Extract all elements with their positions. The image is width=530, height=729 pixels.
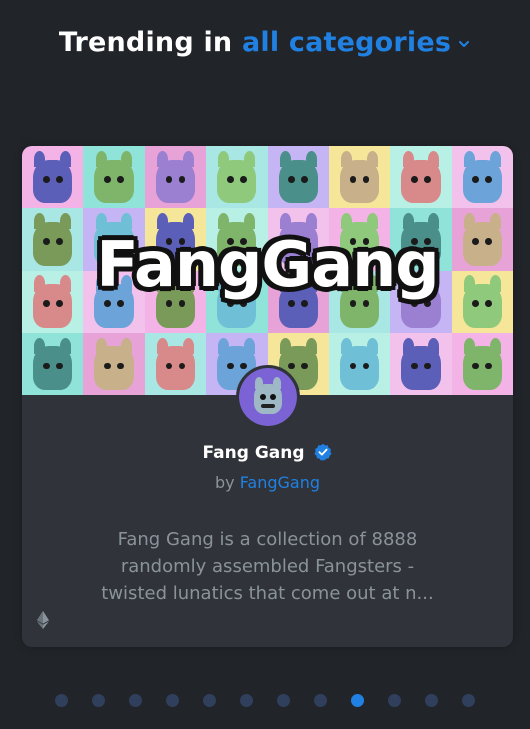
creator-link[interactable]: FangGang xyxy=(240,473,320,492)
carousel-dot[interactable] xyxy=(92,694,105,707)
banner-logo: FangGang xyxy=(96,228,439,301)
category-dropdown[interactable]: all categories xyxy=(242,27,471,58)
collection-description: Fang Gang is a collection of 8888 random… xyxy=(78,526,457,607)
trending-heading: Trending in all categories xyxy=(0,27,530,58)
carousel-dot-active[interactable] xyxy=(351,694,364,707)
collection-avatar[interactable] xyxy=(236,365,300,429)
carousel-dot[interactable] xyxy=(166,694,179,707)
collection-name[interactable]: Fang Gang xyxy=(203,443,305,463)
carousel-dot[interactable] xyxy=(129,694,142,707)
category-dropdown-label[interactable]: all categories xyxy=(242,27,451,58)
carousel-pagination xyxy=(0,692,530,707)
creator-byline: by FangGang xyxy=(22,473,513,492)
chevron-down-icon[interactable] xyxy=(457,37,471,51)
description-line: Fang Gang is a collection of 8888 xyxy=(117,529,418,550)
carousel-dot[interactable] xyxy=(203,694,216,707)
carousel-dot[interactable] xyxy=(55,694,68,707)
by-label: by xyxy=(214,473,235,492)
heading-prefix: Trending in xyxy=(58,27,233,58)
verified-badge-icon xyxy=(314,443,332,461)
carousel-dot[interactable] xyxy=(277,694,290,707)
description-line: twisted lunatics that come out at n... xyxy=(101,583,434,604)
description-line: randomly assembled Fangsters - xyxy=(120,556,415,577)
carousel-dot[interactable] xyxy=(425,694,438,707)
collection-card[interactable]: FangGang Fang Gang by FangGang Fang Gang… xyxy=(22,146,513,647)
carousel-dot[interactable] xyxy=(240,694,253,707)
ethereum-icon xyxy=(37,611,49,629)
collection-title[interactable]: Fang Gang xyxy=(22,443,513,463)
carousel-dot[interactable] xyxy=(388,694,401,707)
carousel-dot[interactable] xyxy=(462,694,475,707)
carousel-dot[interactable] xyxy=(314,694,327,707)
